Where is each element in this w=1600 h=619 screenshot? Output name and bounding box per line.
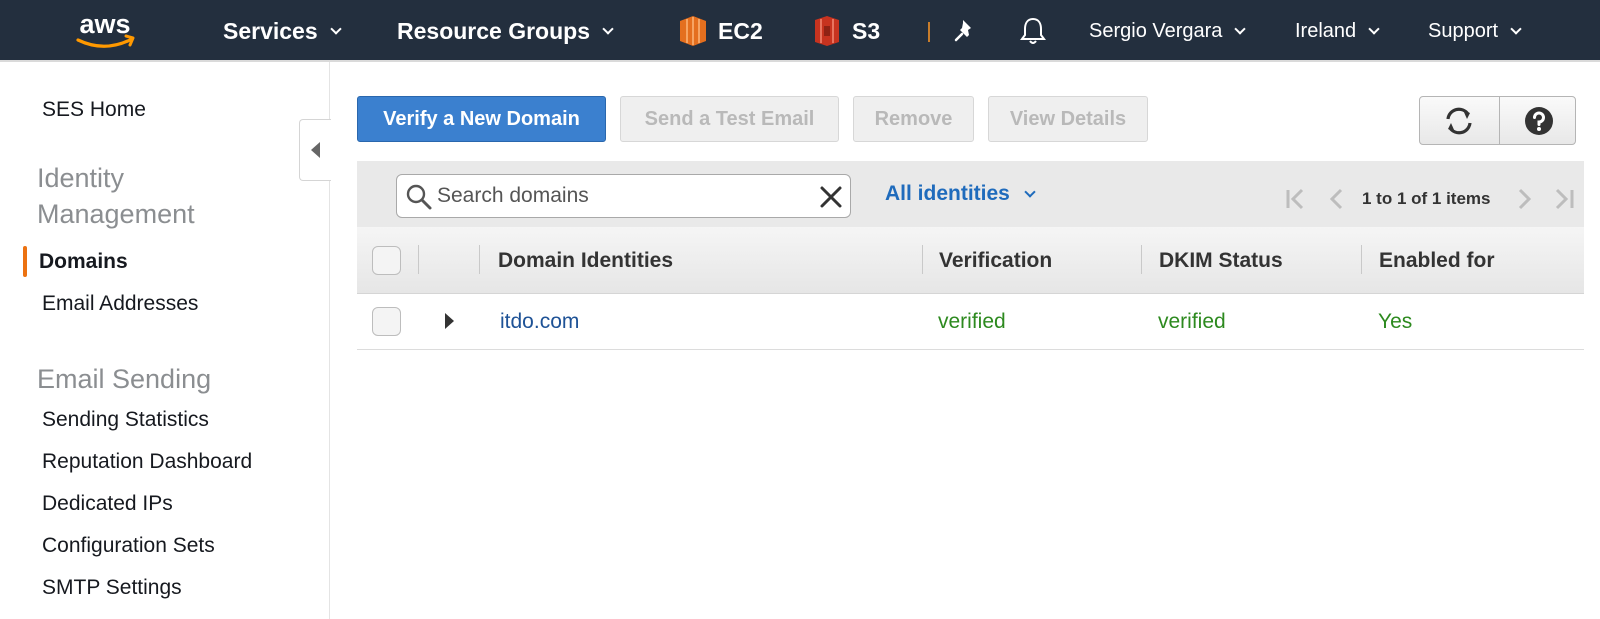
- column-header-enabled-for[interactable]: Enabled for: [1379, 227, 1495, 294]
- chevron-down-icon: [1024, 185, 1036, 198]
- sidebar-item-dedicated-ips[interactable]: Dedicated IPs: [42, 492, 173, 516]
- column-divider: [922, 245, 923, 274]
- enabled-for-value: Yes: [1378, 310, 1413, 333]
- sidebar-heading-email-sending: Email Sending: [37, 364, 212, 394]
- s3-label: S3: [852, 17, 881, 44]
- column-divider: [479, 245, 480, 274]
- bell-icon: [1020, 17, 1046, 44]
- ec2-icon: [680, 16, 706, 46]
- next-page-icon[interactable]: [1510, 185, 1538, 213]
- domain-link[interactable]: itdo.com: [500, 294, 579, 350]
- sidebar-item-reputation-dashboard[interactable]: Reputation Dashboard: [42, 450, 252, 474]
- last-page-icon[interactable]: [1550, 185, 1578, 213]
- send-test-email-button[interactable]: Send a Test Email: [620, 96, 839, 142]
- user-label: Sergio Vergara: [1089, 19, 1223, 42]
- identity-filter-label: All identities: [885, 182, 1010, 205]
- verification-status: verified: [938, 310, 1006, 333]
- s3-icon: [815, 16, 839, 46]
- clear-search-icon[interactable]: [819, 185, 843, 209]
- pin-icon: [954, 20, 971, 42]
- notifications-button[interactable]: [1020, 0, 1046, 62]
- region-label: Ireland: [1295, 19, 1357, 42]
- refresh-icon: [1446, 107, 1472, 134]
- column-divider: [1141, 245, 1142, 274]
- support-label: Support: [1428, 19, 1499, 42]
- sidebar-item-domains[interactable]: Domains: [39, 250, 128, 274]
- sidebar-item-ses-home[interactable]: SES Home: [42, 98, 146, 122]
- column-header-verification[interactable]: Verification: [939, 227, 1052, 294]
- search-box: [396, 174, 851, 218]
- sidebar-item-sending-statistics[interactable]: Sending Statistics: [42, 408, 209, 432]
- search-input[interactable]: [437, 181, 807, 211]
- remove-button[interactable]: Remove: [853, 96, 974, 142]
- pin-button[interactable]: [953, 0, 979, 62]
- help-button[interactable]: [1500, 97, 1578, 144]
- verify-new-domain-button[interactable]: Verify a New Domain: [357, 96, 606, 142]
- collapse-sidebar-button[interactable]: [299, 119, 331, 181]
- identity-filter-dropdown[interactable]: All identities: [885, 161, 1036, 227]
- region-menu[interactable]: Ireland: [1295, 0, 1380, 62]
- sidebar: SES Home Identity Management Domains Ema…: [0, 62, 330, 619]
- pagination-text: 1 to 1 of 1 items: [1362, 189, 1491, 208]
- column-header-dkim-status[interactable]: DKIM Status: [1159, 227, 1283, 294]
- services-menu[interactable]: Services: [223, 0, 342, 62]
- sidebar-item-configuration-sets[interactable]: Configuration Sets: [42, 534, 215, 558]
- previous-page-icon[interactable]: [1323, 185, 1351, 213]
- chevron-down-icon: [602, 22, 614, 35]
- chevron-down-icon: [1234, 22, 1247, 35]
- sidebar-item-smtp-settings[interactable]: SMTP Settings: [42, 576, 182, 600]
- active-indicator: [23, 246, 27, 277]
- resource-groups-menu[interactable]: Resource Groups: [397, 0, 614, 62]
- expand-row-icon[interactable]: [445, 313, 454, 329]
- column-header-domain-identities[interactable]: Domain Identities: [498, 227, 673, 294]
- sidebar-heading-identity-management: Identity Management: [37, 163, 195, 229]
- table-row[interactable]: itdo.com verified verified Yes: [357, 294, 1584, 350]
- help-icon: [1525, 106, 1553, 135]
- aws-logo-icon[interactable]: aws: [72, 8, 138, 52]
- refresh-button[interactable]: [1420, 97, 1498, 144]
- ec2-shortcut[interactable]: EC2: [678, 0, 763, 62]
- view-details-button[interactable]: View Details: [988, 96, 1148, 142]
- search-icon: [406, 184, 432, 210]
- user-account-menu[interactable]: Sergio Vergara: [1089, 0, 1247, 62]
- resource-groups-label: Resource Groups: [397, 17, 590, 44]
- select-all-checkbox[interactable]: [372, 246, 401, 275]
- sidebar-item-email-addresses[interactable]: Email Addresses: [42, 292, 198, 316]
- top-navigation-bar: aws Services Resource Groups EC2 S3 Serg…: [0, 0, 1600, 62]
- toolbar-button-group: [1419, 96, 1576, 145]
- chevron-down-icon: [1368, 22, 1380, 35]
- ec2-label: EC2: [718, 17, 763, 44]
- filter-bar: All identities 1 to 1 of 1 items: [357, 161, 1584, 227]
- column-divider: [418, 245, 419, 274]
- chevron-down-icon: [1510, 22, 1522, 35]
- caret-left-icon: [311, 142, 320, 158]
- svg-text:aws: aws: [79, 9, 130, 39]
- support-menu[interactable]: Support: [1428, 0, 1522, 62]
- column-divider: [1361, 245, 1362, 274]
- nav-divider: [928, 22, 930, 42]
- services-label: Services: [223, 17, 318, 44]
- chevron-down-icon: [329, 22, 342, 35]
- row-checkbox[interactable]: [372, 307, 401, 336]
- first-page-icon[interactable]: [1282, 185, 1310, 213]
- s3-shortcut[interactable]: S3: [812, 0, 880, 62]
- table-header: Domain Identities Verification DKIM Stat…: [357, 227, 1584, 294]
- dkim-status: verified: [1158, 310, 1226, 333]
